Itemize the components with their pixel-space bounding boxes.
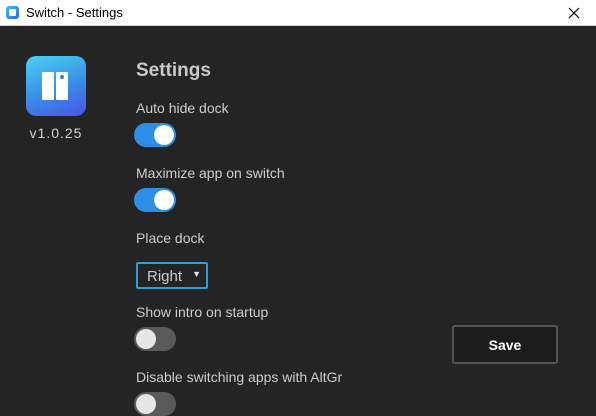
- settings-heading: Settings: [136, 60, 211, 81]
- save-button[interactable]: Save: [452, 325, 558, 364]
- show-intro-label: Show intro on startup: [136, 304, 269, 320]
- toggle-knob: [136, 394, 156, 414]
- window-title: Switch - Settings: [26, 5, 123, 20]
- place-dock-label: Place dock: [136, 230, 205, 246]
- logo-dot: [60, 75, 64, 79]
- disable-altgr-toggle[interactable]: [134, 392, 176, 416]
- maximize-app-label: Maximize app on switch: [136, 165, 285, 181]
- show-intro-toggle[interactable]: [134, 327, 176, 351]
- app-icon: [6, 6, 19, 19]
- toggle-knob: [154, 125, 174, 145]
- toggle-knob: [154, 190, 174, 210]
- settings-window-content: v1.0.25 Settings Auto hide dock Maximize…: [0, 26, 596, 416]
- place-dock-value: Right: [147, 268, 183, 285]
- auto-hide-dock-label: Auto hide dock: [136, 100, 229, 116]
- app-logo-icon: [26, 56, 86, 116]
- disable-altgr-label: Disable switching apps with AltGr: [136, 369, 343, 385]
- logo-pane-left: [42, 72, 54, 100]
- close-icon: [568, 7, 580, 18]
- close-button[interactable]: [552, 0, 596, 25]
- toggle-knob: [136, 329, 156, 349]
- chevron-down-icon: ▼: [192, 269, 201, 279]
- maximize-app-toggle[interactable]: [134, 188, 176, 212]
- title-bar: Switch - Settings: [0, 0, 596, 26]
- version-label: v1.0.25: [29, 125, 83, 141]
- auto-hide-dock-toggle[interactable]: [134, 123, 176, 147]
- place-dock-select[interactable]: Right ▼: [136, 262, 208, 289]
